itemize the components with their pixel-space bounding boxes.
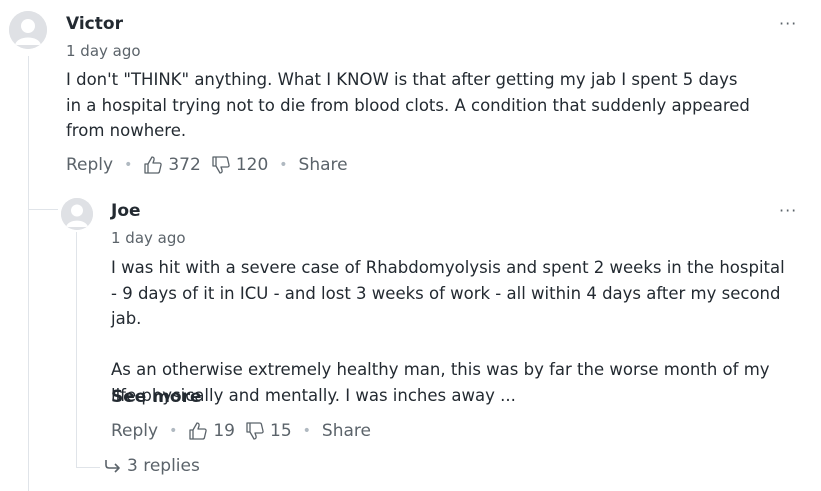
downvote-button[interactable]: 120 [211, 155, 268, 175]
upvote-button[interactable]: 372 [143, 155, 201, 175]
upvote-count: 372 [168, 155, 201, 175]
separator-dot: • [169, 423, 178, 439]
comment-actions: Reply • 372 120 • Share [66, 153, 348, 177]
avatar[interactable] [9, 11, 47, 49]
comment-body: I don't "THINK" anything. What I KNOW is… [66, 67, 756, 144]
user-avatar-icon [9, 11, 47, 49]
comment-body: I was hit with a severe case of Rhabdomy… [111, 255, 791, 408]
upvote-count: 19 [213, 421, 235, 441]
comment-text: As an otherwise extremely healthy man, t… [111, 360, 770, 405]
replies-count-label: 3 replies [127, 456, 200, 476]
more-options-button[interactable]: ··· [779, 14, 797, 33]
reply-button[interactable]: Reply [111, 421, 158, 441]
separator-dot: • [302, 423, 311, 439]
reply-thread-branch [76, 467, 100, 468]
comment-actions: Reply • 19 15 • Share [111, 419, 371, 443]
comment-text: I was hit with a severe case of Rhabdomy… [111, 258, 785, 328]
downvote-count: 120 [235, 155, 269, 175]
comment-text: I don't "THINK" anything. What I KNOW is… [66, 70, 750, 140]
upvote-button[interactable]: 19 [188, 421, 235, 441]
reply-thread-line [76, 232, 77, 468]
reply-arrow-icon [105, 460, 120, 473]
see-more-link[interactable]: See more [111, 387, 202, 407]
comment-author[interactable]: Victor [66, 14, 123, 34]
downvote-count: 15 [270, 421, 292, 441]
comment-author[interactable]: Joe [111, 201, 141, 221]
downvote-button[interactable]: 15 [245, 421, 292, 441]
thumbs-down-icon [246, 422, 264, 440]
thumbs-up-icon [144, 156, 163, 174]
more-options-button[interactable]: ··· [779, 201, 797, 220]
share-button[interactable]: Share [299, 155, 348, 175]
thread-line [28, 56, 29, 491]
separator-dot: • [124, 157, 133, 173]
reply-button[interactable]: Reply [66, 155, 113, 175]
thread-branch-line [28, 209, 58, 210]
avatar[interactable] [61, 198, 93, 230]
view-replies-button[interactable]: 3 replies [104, 456, 200, 476]
comment-timestamp: 1 day ago [111, 229, 186, 247]
user-avatar-icon [61, 198, 93, 230]
comment-timestamp: 1 day ago [66, 42, 141, 60]
share-button[interactable]: Share [322, 421, 371, 441]
separator-dot: • [279, 157, 288, 173]
thumbs-down-icon [212, 156, 230, 174]
thumbs-up-icon [189, 422, 208, 440]
